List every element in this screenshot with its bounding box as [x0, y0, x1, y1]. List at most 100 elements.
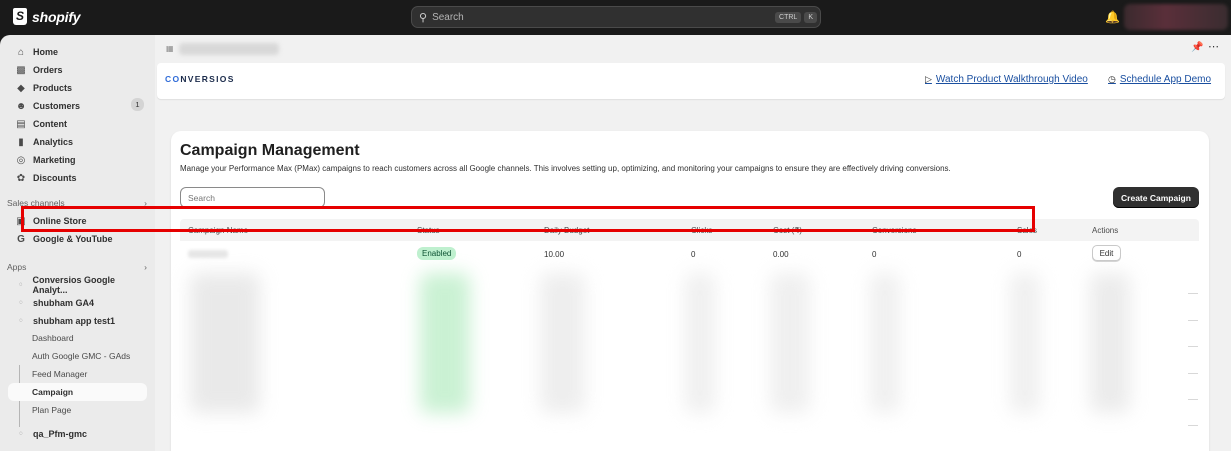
conversios-logo: CONVERSIOS [165, 74, 235, 84]
play-icon: ▷ [925, 74, 932, 84]
account-menu[interactable] [1124, 4, 1228, 30]
tag-icon: ◆ [17, 82, 25, 94]
edit-button[interactable]: Edit [1092, 245, 1121, 261]
sidebar-sub-auth[interactable]: Auth Google GMC - GAds [32, 348, 130, 364]
sidebar-item-marketing[interactable]: ◎ Marketing [8, 151, 148, 169]
sidebar-item-products[interactable]: ◆ Products [8, 79, 148, 97]
global-search-placeholder: Search [432, 11, 464, 23]
home-icon: ⌂ [17, 46, 25, 58]
google-icon: G [17, 233, 25, 245]
sales-cell: 0 [1017, 250, 1022, 259]
sidebar-sub-plan-page[interactable]: Plan Page [32, 402, 71, 418]
person-icon: ☻ [15, 100, 27, 112]
blur-column [420, 273, 470, 413]
table-row[interactable]: Enabled 10.00 0 0.00 0 0 Edit [180, 241, 1199, 267]
sidebar-item-label: Google & YouTube [33, 234, 113, 244]
daily-budget-cell: 10.00 [544, 250, 565, 259]
demo-link-text: Schedule App Demo [1119, 74, 1212, 85]
blur-column [685, 273, 715, 413]
sidebar-item-label: Home [33, 47, 59, 57]
app-title-blurred [179, 43, 279, 55]
sidebar-item-label: Conversios Google Analyt... [32, 275, 115, 295]
col-sales: Sales [1017, 226, 1038, 235]
sidebar-item-analytics[interactable]: ▮ Analytics [8, 133, 148, 151]
app-icon: ◌ [19, 318, 23, 324]
more-actions-icon[interactable]: ⋯ [1208, 40, 1220, 53]
sidebar-item-label: Products [33, 83, 73, 93]
sidebar-sub-feed-manager[interactable]: Feed Manager [32, 366, 87, 382]
top-bar: shopify ⚲ Search CTRL K 🔔 [0, 0, 1231, 35]
sidebar-item-label: Marketing [33, 155, 76, 165]
sidebar-item-content[interactable]: ▤ Content [8, 115, 148, 133]
shopify-logo[interactable]: shopify [13, 8, 81, 25]
col-campaign-name: Campaign Name [188, 226, 249, 235]
sales-channels-section[interactable]: Sales channels › [7, 198, 147, 208]
main-content: ▦ 📌 ⋯ CONVERSIOS ▷ Watch Product Walkthro… [155, 35, 1231, 451]
campaign-search-input[interactable] [180, 187, 325, 208]
page-description: Manage your Performance Max (PMax) campa… [180, 164, 951, 173]
blurred-rows [180, 273, 1199, 451]
sidebar-item-label: Discounts [33, 173, 77, 183]
campaign-name-blurred [188, 250, 228, 258]
create-campaign-button[interactable]: Create Campaign [1113, 187, 1199, 208]
walkthrough-video-link[interactable]: ▷ Watch Product Walkthrough Video [925, 74, 1088, 85]
global-search[interactable]: ⚲ Search CTRL K [411, 6, 821, 28]
sidebar-item-label: Content [33, 119, 67, 129]
apps-section[interactable]: Apps › [7, 262, 147, 272]
sidebar-item-label: Orders [33, 65, 63, 75]
table-header: Campaign Name Status Daily Budget Clicks… [180, 219, 1199, 241]
shortcut-key-ctrl: CTRL [775, 11, 802, 23]
sidebar-item-orders[interactable]: ▩ Orders [8, 61, 148, 79]
col-cost: Cost (₹) [773, 226, 803, 235]
shopify-bag-icon [13, 8, 27, 25]
section-label: Sales channels [7, 198, 65, 208]
blur-column [190, 273, 260, 413]
chevron-right-icon: › [144, 262, 147, 272]
content-icon: ▤ [16, 118, 26, 130]
clock-icon: ◷ [1108, 74, 1116, 84]
sidebar-app-shubham-test1[interactable]: ◌ shubham app test1 [8, 312, 148, 330]
analytics-icon: ▮ [18, 136, 24, 148]
sidebar-app-conversios[interactable]: ◌ Conversios Google Analyt... [8, 275, 148, 295]
sidebar-item-label: Analytics [33, 137, 74, 147]
sidebar-item-online-store[interactable]: ▣ Online Store [8, 212, 148, 230]
sidebar-app-shubham-ga4[interactable]: ◌ shubham GA4 [8, 294, 148, 312]
divider [1188, 425, 1198, 426]
campaign-card: Campaign Management Manage your Performa… [171, 131, 1209, 451]
col-actions: Actions [1092, 226, 1119, 235]
pin-icon[interactable]: 📌 [1191, 42, 1203, 53]
blur-column [540, 273, 585, 413]
col-clicks: Clicks [691, 226, 713, 235]
brand-prefix: CO [165, 74, 181, 84]
app-title-bar: ▦ 📌 ⋯ [155, 35, 1231, 63]
app-header: CONVERSIOS ▷ Watch Product Walkthrough Vi… [157, 63, 1225, 99]
orders-icon: ▩ [16, 64, 26, 76]
sidebar-app-qa-pfm[interactable]: ◌ qa_Pfm-gmc [8, 425, 148, 443]
sidebar: ⌂ Home ▩ Orders 1 ◆ Products ☻ Customers ▤ Co… [0, 35, 155, 451]
clicks-cell: 0 [691, 250, 696, 259]
app-icon: ◌ [19, 431, 23, 437]
divider [1188, 399, 1198, 400]
chevron-right-icon: › [144, 198, 147, 208]
conversions-cell: 0 [872, 250, 877, 259]
sidebar-item-customers[interactable]: ☻ Customers [8, 97, 148, 115]
sidebar-sub-dashboard[interactable]: Dashboard [32, 330, 74, 346]
sidebar-item-google-youtube[interactable]: G Google & YouTube [8, 230, 148, 248]
schedule-demo-link[interactable]: ◷ Schedule App Demo [1108, 74, 1211, 85]
section-label: Apps [7, 262, 27, 272]
app-grid-icon: ▦ [166, 44, 174, 53]
brand-text: NVERSIOS [180, 74, 235, 84]
marketing-icon: ◎ [16, 154, 26, 166]
page-title: Campaign Management [180, 142, 360, 159]
sidebar-item-discounts[interactable]: ✿ Discounts [8, 169, 148, 187]
sidebar-sub-campaign[interactable]: Campaign [32, 384, 73, 400]
notification-bell-icon[interactable]: 🔔 [1105, 10, 1120, 24]
search-icon: ⚲ [419, 11, 428, 24]
walkthrough-link-text: Watch Product Walkthrough Video [935, 74, 1088, 85]
divider [1188, 346, 1198, 347]
active-sub-highlight [8, 383, 147, 401]
logo-text: shopify [32, 8, 81, 25]
shortcut-key-k: K [804, 11, 817, 23]
sidebar-item-home[interactable]: ⌂ Home [8, 43, 148, 61]
divider [1188, 373, 1198, 374]
